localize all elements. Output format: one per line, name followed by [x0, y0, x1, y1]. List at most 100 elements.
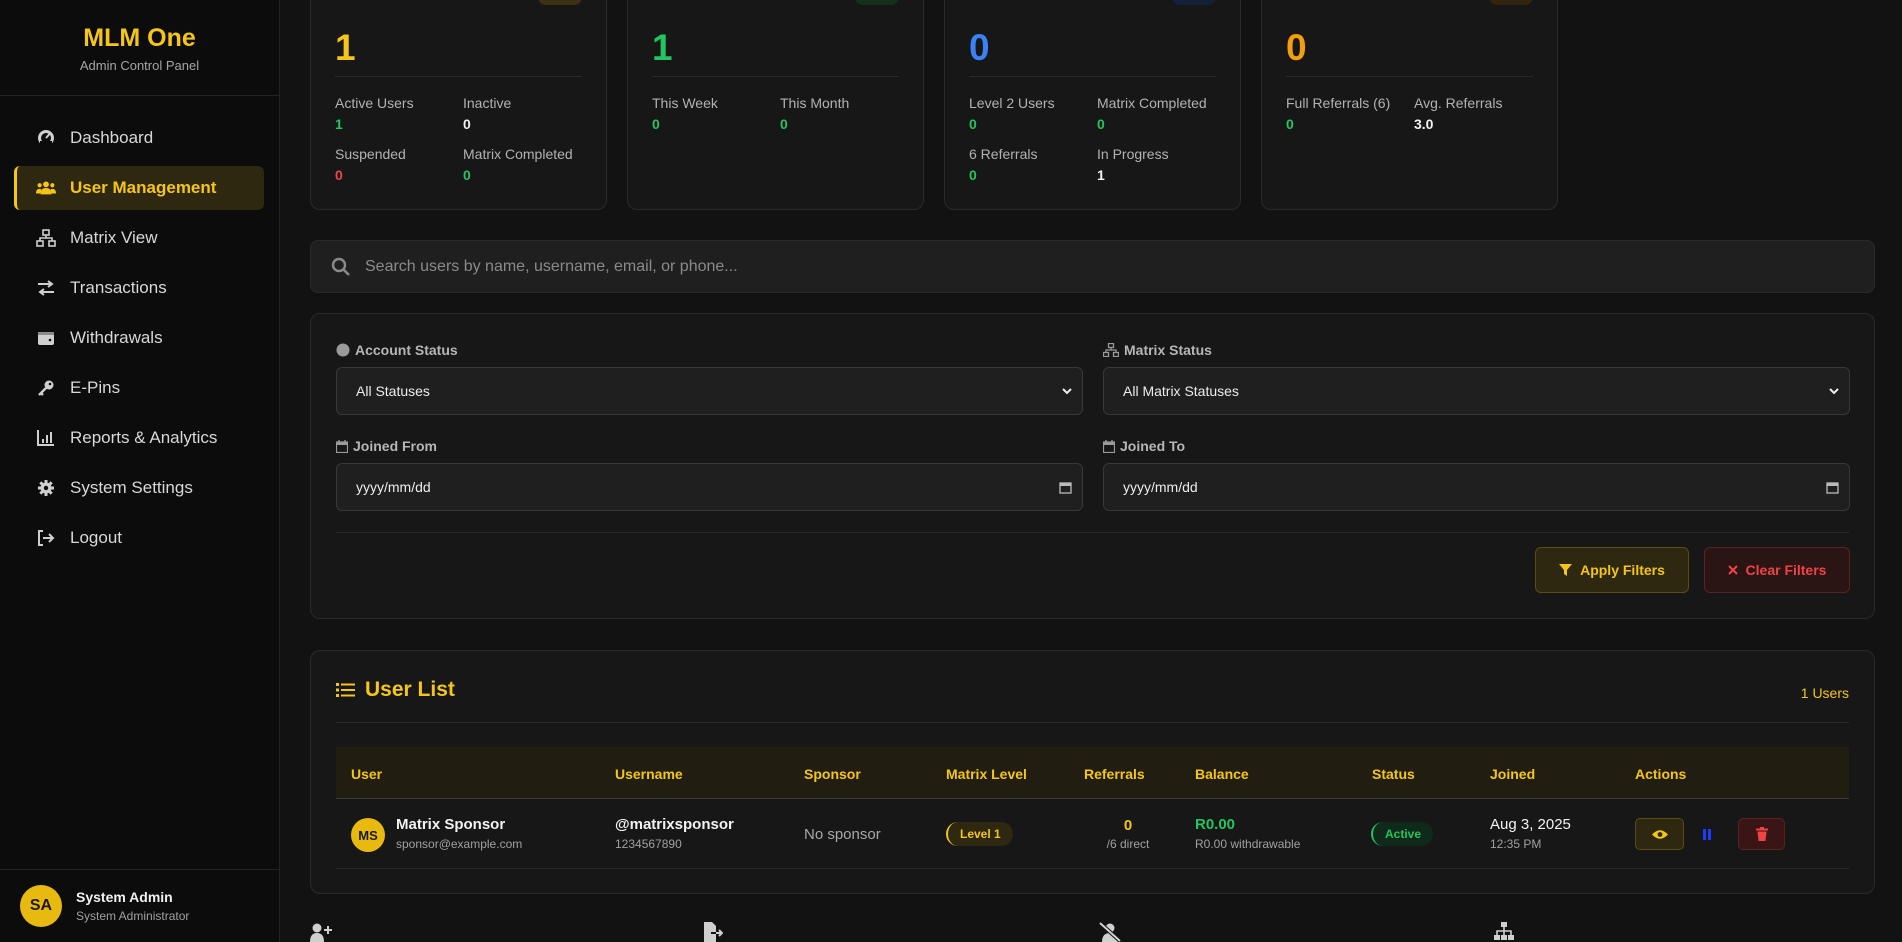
admin-profile[interactable]: SA System Admin System Administrator: [0, 869, 280, 942]
joined-from-date-input[interactable]: yyyy/mm/dd: [336, 463, 1083, 511]
admin-name: System Admin: [76, 889, 173, 905]
joined-from-label: Joined From: [336, 438, 437, 454]
sidebar-item-label: Logout: [70, 528, 122, 547]
stat-card-new-users: 1 This Week 0 This Month 0: [627, 0, 924, 210]
pause-icon: [1703, 828, 1711, 840]
sitemap-icon: [36, 228, 56, 248]
account-status-label: Account Status: [336, 342, 458, 358]
username: @matrixsponsor: [615, 816, 734, 833]
table-row[interactable]: MS Matrix Sponsor sponsor@example.com @m…: [336, 799, 1849, 869]
filters-panel: Account Status All Statuses Matrix Statu…: [310, 313, 1875, 619]
user-email: sponsor@example.com: [396, 837, 523, 851]
user-phone: 1234567890: [615, 837, 682, 851]
avatar: SA: [20, 885, 62, 927]
stat-icon-badge: [1489, 0, 1533, 5]
sidebar-item-label: System Settings: [70, 478, 193, 497]
stat-label: Avg. Referrals: [1414, 95, 1503, 111]
stat-value: 1: [335, 27, 356, 68]
file-export-icon: [703, 922, 723, 942]
sidebar-item-label: Transactions: [70, 278, 167, 297]
sidebar-item-transactions[interactable]: Transactions: [14, 266, 264, 310]
stat-card-matrix: 0 Level 2 Users 0 Matrix Completed 0 6 R…: [944, 0, 1241, 210]
sidebar-item-dashboard[interactable]: Dashboard: [14, 116, 264, 160]
stat-item-value: 0: [780, 116, 788, 132]
sidebar-item-e-pins[interactable]: E-Pins: [14, 366, 264, 410]
chart-icon: [36, 428, 56, 448]
sitemap-icon: [1103, 343, 1119, 357]
eye-icon: [1651, 829, 1668, 840]
matrix-status-select[interactable]: All Matrix Statuses: [1103, 367, 1850, 415]
level-badge: Level 1: [946, 822, 1013, 846]
users-icon: [36, 178, 56, 198]
view-button[interactable]: [1635, 818, 1684, 850]
stat-label: Inactive: [463, 95, 512, 111]
balance: R0.00: [1195, 816, 1236, 833]
stat-item-value: 0: [335, 167, 343, 183]
stat-value: 0: [969, 27, 990, 68]
stat-item-value: 0: [463, 116, 471, 132]
sidebar-item-matrix-view[interactable]: Matrix View: [14, 216, 264, 260]
list-icon: [336, 682, 355, 698]
joined-time: 12:35 PM: [1490, 837, 1542, 851]
account-status-select[interactable]: All Statuses: [336, 367, 1083, 415]
stat-label: Matrix Completed: [463, 146, 573, 162]
calendar-icon: [336, 439, 348, 453]
stat-label: Level 2 Users: [969, 95, 1055, 111]
sidebar-item-user-management[interactable]: User Management: [14, 166, 264, 210]
close-icon: [1727, 565, 1738, 575]
stat-label: Full Referrals (6): [1286, 95, 1391, 111]
sidebar-item-label: Dashboard: [70, 128, 154, 147]
apply-filters-button[interactable]: Apply Filters: [1535, 547, 1689, 593]
stat-item-value: 0: [969, 116, 977, 132]
sidebar-item-system-settings[interactable]: System Settings: [14, 466, 264, 510]
sponsor: No sponsor: [804, 826, 881, 843]
column-header: Joined: [1490, 766, 1536, 782]
sidebar-item-reports[interactable]: Reports & Analytics: [14, 416, 264, 460]
chevron-down-icon: [1062, 387, 1072, 395]
filter-icon: [1559, 563, 1573, 577]
stat-card-referrals: 0 Full Referrals (6) 0 Avg. Referrals 3.…: [1261, 0, 1558, 210]
joined-to-date-input[interactable]: yyyy/mm/dd: [1103, 463, 1850, 511]
sidebar-item-label: Reports & Analytics: [70, 428, 218, 447]
user-plus-icon: [310, 922, 332, 942]
calendar-icon[interactable]: [1826, 481, 1839, 494]
stat-icon-badge: [1172, 0, 1216, 5]
column-header: Status: [1372, 766, 1415, 782]
sidebar: MLM One Admin Control Panel Dashboard Us…: [0, 0, 280, 942]
search-input[interactable]: [365, 257, 1765, 276]
stat-value: 1: [652, 27, 673, 68]
column-header: Username: [615, 766, 683, 782]
chevron-down-icon: [1829, 387, 1839, 395]
stat-card-total-users: 1 Active Users 1 Inactive 0 Suspended 0 …: [310, 0, 607, 210]
wallet-icon: [36, 328, 56, 348]
sidebar-item-label: Matrix View: [70, 228, 158, 247]
sidebar-item-label: E-Pins: [70, 378, 121, 397]
search-bar[interactable]: [310, 240, 1875, 293]
gauge-icon: [36, 128, 56, 148]
sidebar-item-withdrawals[interactable]: Withdrawals: [14, 316, 264, 360]
delete-button[interactable]: [1738, 818, 1785, 850]
search-icon: [331, 257, 351, 277]
column-header: User: [351, 766, 383, 782]
column-header: Referrals: [1084, 766, 1145, 782]
joined-to-label: Joined To: [1103, 438, 1185, 454]
calendar-icon[interactable]: [1059, 481, 1072, 494]
page-title: User List: [365, 678, 455, 701]
stat-item-value: 0: [463, 167, 471, 183]
stat-item-value: 0: [652, 116, 660, 132]
calendar-icon: [1103, 439, 1115, 453]
user-list-header: User List: [336, 678, 455, 702]
brand: MLM One Admin Control Panel: [0, 0, 279, 96]
suspend-button[interactable]: [1701, 825, 1713, 843]
admin-role: System Administrator: [76, 909, 190, 923]
user-name: Matrix Sponsor: [396, 816, 506, 833]
sidebar-item-logout[interactable]: Logout: [14, 516, 264, 560]
clear-filters-button[interactable]: Clear Filters: [1704, 547, 1850, 593]
sidebar-item-label: User Management: [70, 178, 217, 197]
trash-icon: [1755, 827, 1768, 841]
column-header: Actions: [1635, 766, 1687, 782]
stat-icon-badge: [538, 0, 582, 5]
stat-icon-badge: [855, 0, 899, 5]
stat-label: This Month: [780, 95, 850, 111]
referrals-count: 0: [1123, 817, 1133, 834]
